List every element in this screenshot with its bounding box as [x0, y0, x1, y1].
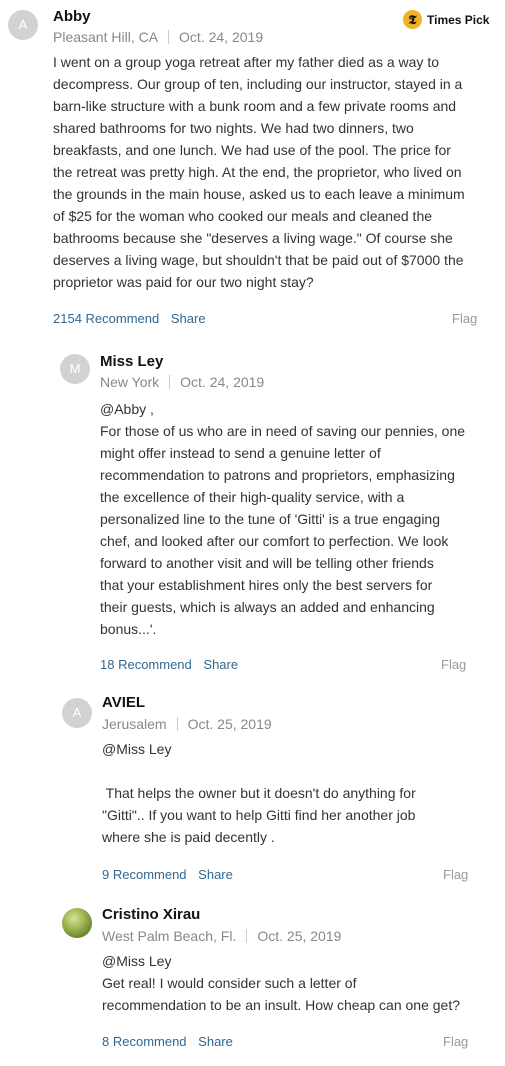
recommend-button[interactable]: 2154 Recommend: [53, 311, 159, 326]
flag-button[interactable]: Flag: [441, 657, 466, 672]
flag-button[interactable]: Flag: [443, 1034, 468, 1049]
comment-line: Get real! I would consider such a letter…: [102, 975, 357, 991]
flag-button[interactable]: Flag: [443, 867, 468, 882]
meta-divider: [169, 375, 171, 389]
comment-line: "Gitti".. If you want to help Gitti find…: [102, 807, 416, 823]
comment-line: bathrooms because she "deserves a living…: [53, 230, 453, 246]
comment-line: of $25 for the woman who cooked our meal…: [53, 208, 433, 224]
share-button[interactable]: Share: [203, 657, 238, 672]
meta-divider: [246, 929, 248, 943]
comment-body: @Miss Ley Get real! I would consider suc…: [102, 950, 497, 1016]
comment: A Abby 𝕿 Times Pick Pleasant Hill, CA Oct…: [0, 0, 505, 340]
comment-line: That helps the owner but it doesn't do a…: [102, 785, 416, 801]
meta-divider: [176, 717, 178, 731]
comment-body: I went on a group yoga retreat after my …: [53, 51, 493, 293]
commenter-location: West Palm Beach, Fl.: [102, 928, 237, 944]
comment-date: Oct. 24, 2019: [180, 374, 265, 390]
times-pick-badge: 𝕿 Times Pick: [403, 10, 489, 29]
comment-meta: Pleasant Hill, CA Oct. 24, 2019: [53, 29, 263, 45]
comment-line: breakfasts, and one lunch. We had use of…: [53, 142, 451, 158]
comment-line: @Abby ,: [100, 401, 154, 417]
comment-line: their guests, which is always an added a…: [100, 599, 435, 615]
comment-line: forward to another visit and will be tel…: [100, 555, 434, 571]
comment-actions: 8 Recommend Share: [102, 1034, 233, 1049]
comment-line: personalized line to the tune of 'Gitti'…: [100, 511, 441, 527]
comment-line: shared bathrooms for two nights. We had …: [53, 120, 414, 136]
avatar: A: [62, 698, 92, 728]
comment-line: [102, 760, 497, 782]
comment-line: @Miss Ley: [102, 741, 172, 757]
recommend-button[interactable]: 9 Recommend: [102, 867, 187, 882]
commenter-name: Abby: [53, 8, 91, 25]
comment-meta: New York Oct. 24, 2019: [100, 374, 264, 390]
comment-line: chef, and looked after our comfort to pe…: [100, 533, 449, 549]
share-button[interactable]: Share: [198, 867, 233, 882]
comment-line: I went on a group yoga retreat after my …: [53, 54, 439, 70]
commenter-location: Jerusalem: [102, 716, 167, 732]
share-button[interactable]: Share: [171, 311, 206, 326]
avatar: [62, 908, 92, 938]
comment-date: Oct. 25, 2019: [257, 928, 342, 944]
nyt-t-icon: 𝕿: [403, 10, 422, 29]
comment-body: @Abby , For those of us who are in need …: [100, 398, 495, 640]
comment-line: recommendation to be an insult. How chea…: [102, 997, 461, 1013]
flag-button[interactable]: Flag: [452, 311, 477, 326]
commenter-location: New York: [100, 374, 160, 390]
commenter-name: AVIEL: [102, 694, 146, 711]
commenter-location: Pleasant Hill, CA: [53, 29, 159, 45]
comment-line: where she is paid decently .: [102, 829, 275, 845]
commenter-name: Miss Ley: [100, 353, 164, 370]
comment-line: @Miss Ley: [102, 953, 172, 969]
comment-actions: 18 Recommend Share: [100, 657, 238, 672]
comment-actions: 9 Recommend Share: [102, 867, 233, 882]
comment-date: Oct. 24, 2019: [179, 29, 264, 45]
comment-actions: 2154 Recommend Share: [53, 311, 206, 326]
comment-line: that your establishment hires only the b…: [100, 577, 433, 593]
comment-line: the grounds in the main house, asked us …: [53, 186, 465, 202]
recommend-button[interactable]: 8 Recommend: [102, 1034, 187, 1049]
comment-meta: Jerusalem Oct. 25, 2019: [102, 716, 272, 732]
comment-body: @Miss Ley That helps the owner but it do…: [102, 738, 497, 848]
commenter-name: Cristino Xirau: [102, 906, 201, 923]
comment-line: might offer instead to send a genuine le…: [100, 445, 381, 461]
reply-comment: A AVIEL Jerusalem Oct. 25, 2019 @Miss Ley…: [0, 690, 505, 890]
meta-divider: [168, 30, 170, 44]
comment-line: bonus...'.: [100, 621, 157, 637]
comment-meta: West Palm Beach, Fl. Oct. 25, 2019: [102, 928, 341, 944]
reply-comment: Cristino Xirau West Palm Beach, Fl. Oct. …: [0, 900, 505, 1066]
avatar: A: [8, 10, 38, 40]
comment-line: decompress. Our group of ten, including …: [53, 76, 463, 92]
comment-line: deserves a living wage, but shouldn't th…: [53, 252, 464, 268]
comment-line: proprietor was paid for our two night st…: [53, 274, 314, 290]
comment-line: the excellence of their high-quality ser…: [100, 489, 405, 505]
comment-line: recommendation to patrons and proprietor…: [100, 467, 455, 483]
avatar: M: [60, 354, 90, 384]
comment-line: the retreat was pretty high. At the end,…: [53, 164, 462, 180]
comment-date: Oct. 25, 2019: [187, 716, 272, 732]
recommend-button[interactable]: 18 Recommend: [100, 657, 192, 672]
times-pick-label: Times Pick: [427, 12, 490, 27]
comment-line: For those of us who are in need of savin…: [100, 423, 466, 439]
reply-comment: M Miss Ley New York Oct. 24, 2019 @Abby ,…: [0, 345, 505, 685]
comment-line: barn-like structure with a bunk room and…: [53, 98, 457, 114]
share-button[interactable]: Share: [198, 1034, 233, 1049]
